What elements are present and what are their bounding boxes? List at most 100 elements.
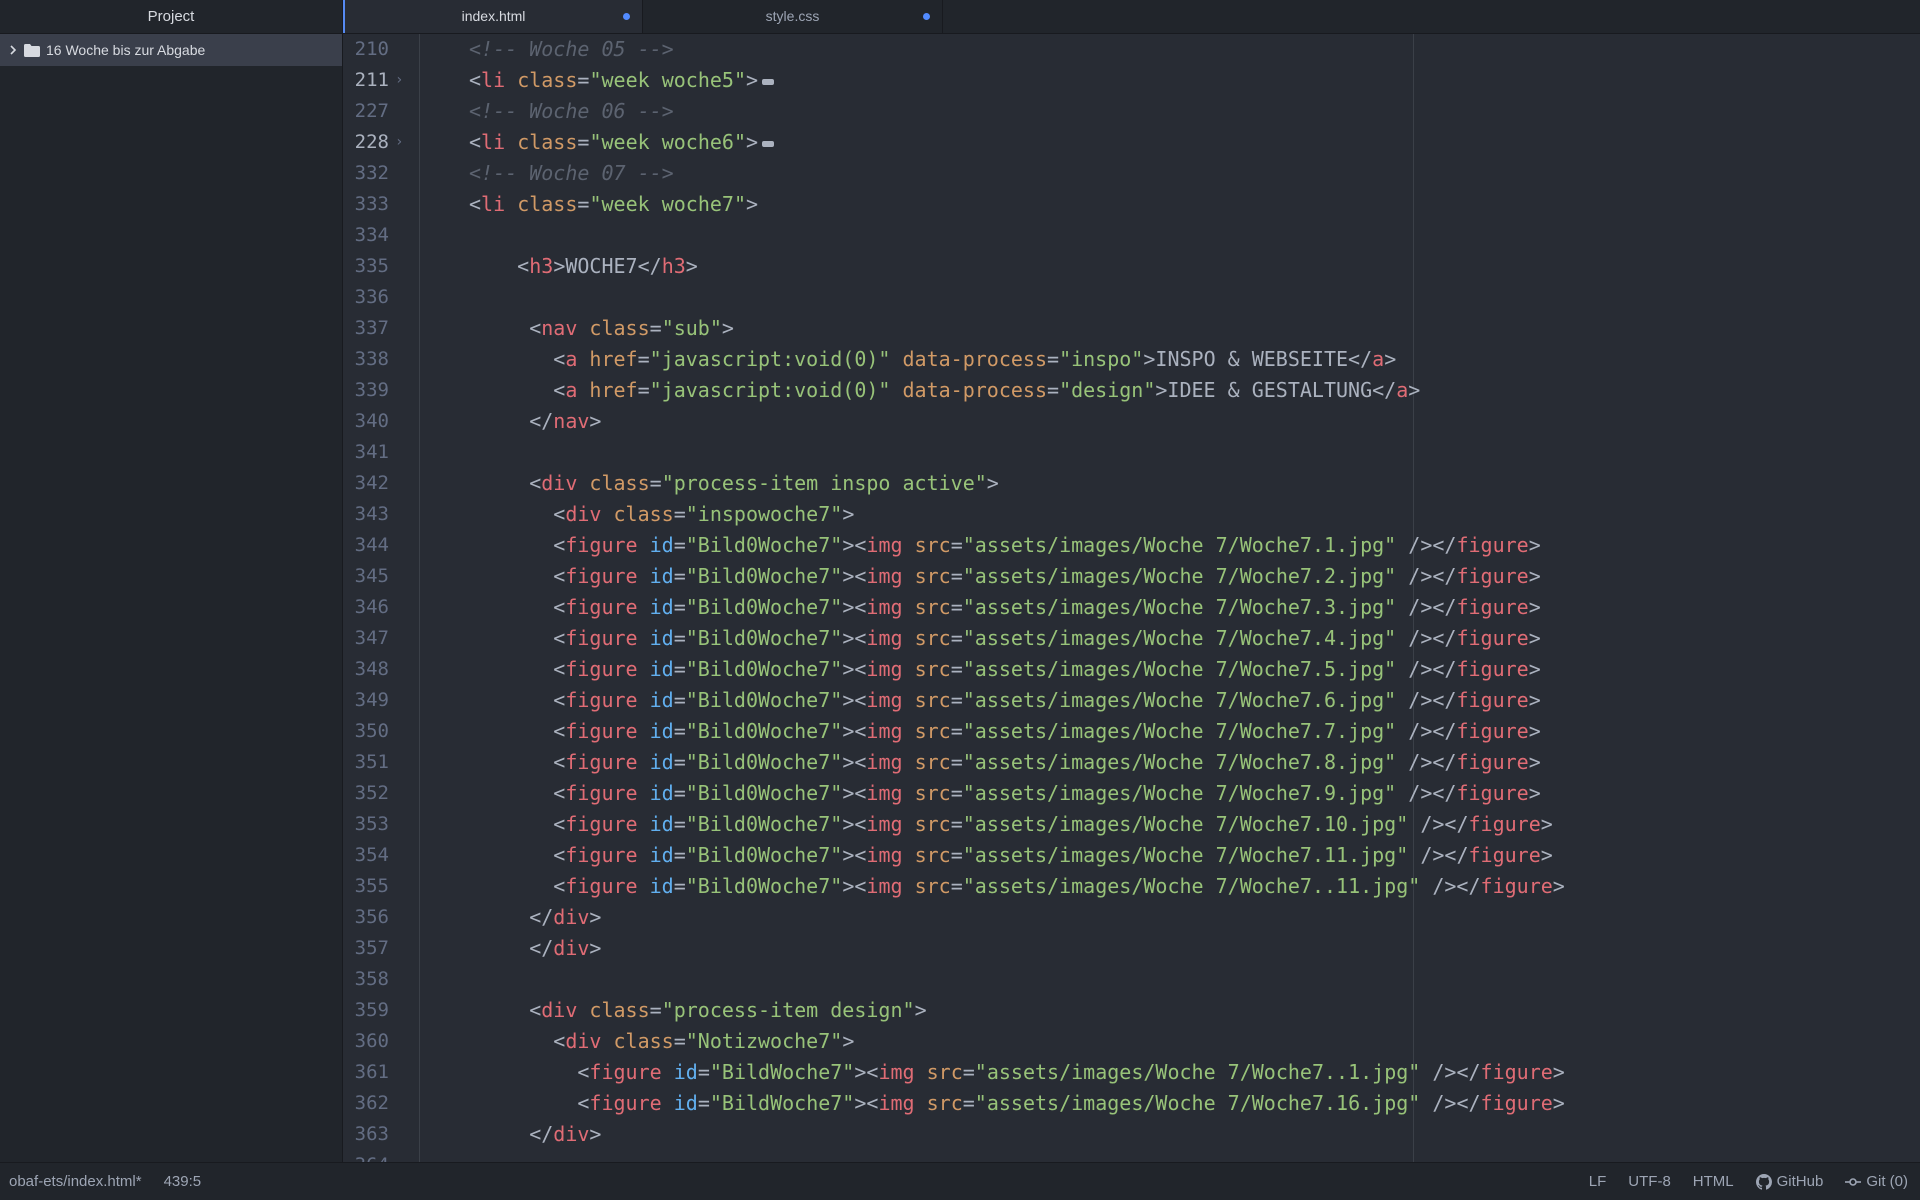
code-text[interactable]: <figure id="Bild0Woche7"><img src="asset…: [469, 530, 1540, 561]
code-text[interactable]: <figure id="Bild0Woche7"><img src="asset…: [469, 654, 1540, 685]
line-number[interactable]: 350: [343, 716, 389, 747]
line-number[interactable]: 354: [343, 840, 389, 871]
code-line[interactable]: 346 <figure id="Bild0Woche7"><img src="a…: [343, 592, 1920, 623]
line-number[interactable]: 342: [343, 468, 389, 499]
code-text[interactable]: <div class="inspowoche7">: [469, 499, 854, 530]
chevron-right-icon[interactable]: [8, 45, 18, 55]
line-number[interactable]: 353: [343, 809, 389, 840]
code-line[interactable]: 342 <div class="process-item inspo activ…: [343, 468, 1920, 499]
code-line[interactable]: 361 <figure id="BildWoche7"><img src="as…: [343, 1057, 1920, 1088]
line-number[interactable]: 346: [343, 592, 389, 623]
code-line[interactable]: 363 </div>: [343, 1119, 1920, 1150]
github-button[interactable]: GitHub: [1755, 1163, 1823, 1200]
code-lines[interactable]: 210 <!-- Woche 05 --> 211 › <li class="week …: [343, 34, 1920, 1163]
code-line[interactable]: 337 <nav class="sub">: [343, 313, 1920, 344]
fold-ellipsis-icon[interactable]: [762, 140, 775, 147]
code-line[interactable]: 210 <!-- Woche 05 -->: [343, 34, 1920, 65]
code-line[interactable]: 358: [343, 964, 1920, 995]
grammar-selector[interactable]: HTML: [1693, 1163, 1734, 1200]
code-text[interactable]: <li class="week woche5">: [469, 65, 775, 96]
line-number[interactable]: 340: [343, 406, 389, 437]
line-number[interactable]: 210: [343, 34, 389, 65]
code-text[interactable]: <li class="week woche6">: [469, 127, 775, 158]
line-number[interactable]: 348: [343, 654, 389, 685]
code-line[interactable]: 352 <figure id="Bild0Woche7"><img src="a…: [343, 778, 1920, 809]
line-number[interactable]: 352: [343, 778, 389, 809]
code-line[interactable]: 357 </div>: [343, 933, 1920, 964]
code-text[interactable]: <div class="process-item design">: [469, 995, 926, 1026]
code-text[interactable]: <!-- Woche 07 -->: [469, 158, 674, 189]
line-number[interactable]: 227: [343, 96, 389, 127]
line-number[interactable]: 343: [343, 499, 389, 530]
code-text[interactable]: <figure id="Bild0Woche7"><img src="asset…: [469, 623, 1540, 654]
fold-ellipsis-icon[interactable]: [762, 78, 775, 85]
code-text[interactable]: <figure id="Bild0Woche7"><img src="asset…: [469, 871, 1565, 902]
code-line[interactable]: 360 <div class="Notizwoche7">: [343, 1026, 1920, 1057]
code-text[interactable]: <figure id="Bild0Woche7"><img src="asset…: [469, 716, 1540, 747]
code-line[interactable]: 345 <figure id="Bild0Woche7"><img src="a…: [343, 561, 1920, 592]
line-number[interactable]: 334: [343, 220, 389, 251]
line-number[interactable]: 355: [343, 871, 389, 902]
code-text[interactable]: <a href="javascript:void(0)" data-proces…: [469, 375, 1420, 406]
line-number[interactable]: 359: [343, 995, 389, 1026]
fold-chevron-icon[interactable]: ›: [395, 127, 403, 158]
line-number[interactable]: 344: [343, 530, 389, 561]
code-text[interactable]: <figure id="Bild0Woche7"><img src="asset…: [469, 561, 1540, 592]
code-line[interactable]: 333 <li class="week woche7">: [343, 189, 1920, 220]
code-line[interactable]: 334: [343, 220, 1920, 251]
code-line[interactable]: 336: [343, 282, 1920, 313]
code-text[interactable]: <figure id="Bild0Woche7"><img src="asset…: [469, 747, 1540, 778]
line-number[interactable]: 228: [343, 127, 389, 158]
line-ending[interactable]: LF: [1589, 1163, 1607, 1200]
tree-folder-item[interactable]: 16 Woche bis zur Abgabe: [0, 34, 342, 66]
code-text[interactable]: <nav class="sub">: [469, 313, 734, 344]
modified-dot-icon[interactable]: [623, 13, 630, 20]
tab-index-html[interactable]: index.html: [343, 0, 643, 33]
fold-chevron-icon[interactable]: ›: [395, 65, 403, 96]
line-number[interactable]: 333: [343, 189, 389, 220]
code-line[interactable]: 332 <!-- Woche 07 -->: [343, 158, 1920, 189]
line-number[interactable]: 339: [343, 375, 389, 406]
code-line[interactable]: 362 <figure id="BildWoche7"><img src="as…: [343, 1088, 1920, 1119]
code-editor[interactable]: 210 <!-- Woche 05 --> 211 › <li class="week …: [343, 34, 1920, 1163]
line-number[interactable]: 351: [343, 747, 389, 778]
code-text[interactable]: <figure id="BildWoche7"><img src="assets…: [469, 1088, 1564, 1119]
code-line[interactable]: 211 › <li class="week woche5">: [343, 65, 1920, 96]
line-number[interactable]: 362: [343, 1088, 389, 1119]
code-text[interactable]: <figure id="Bild0Woche7"><img src="asset…: [469, 778, 1540, 809]
code-text[interactable]: <!-- Woche 06 -->: [469, 96, 674, 127]
line-number[interactable]: 337: [343, 313, 389, 344]
cursor-position[interactable]: 439:5: [164, 1163, 202, 1200]
code-line[interactable]: 344 <figure id="Bild0Woche7"><img src="a…: [343, 530, 1920, 561]
line-number[interactable]: 363: [343, 1119, 389, 1150]
code-text[interactable]: <figure id="BildWoche7"><img src="assets…: [469, 1057, 1564, 1088]
code-line[interactable]: 359 <div class="process-item design">: [343, 995, 1920, 1026]
line-number[interactable]: 332: [343, 158, 389, 189]
code-line[interactable]: 350 <figure id="Bild0Woche7"><img src="a…: [343, 716, 1920, 747]
line-number[interactable]: 358: [343, 964, 389, 995]
line-number[interactable]: 361: [343, 1057, 389, 1088]
line-number[interactable]: 357: [343, 933, 389, 964]
line-number[interactable]: 345: [343, 561, 389, 592]
line-number[interactable]: 335: [343, 251, 389, 282]
code-line[interactable]: 354 <figure id="Bild0Woche7"><img src="a…: [343, 840, 1920, 871]
code-line[interactable]: 340 </nav>: [343, 406, 1920, 437]
code-line[interactable]: 356 </div>: [343, 902, 1920, 933]
code-line[interactable]: 338 <a href="javascript:void(0)" data-pr…: [343, 344, 1920, 375]
git-button[interactable]: Git (0): [1845, 1163, 1908, 1200]
code-line[interactable]: 227 <!-- Woche 06 -->: [343, 96, 1920, 127]
file-encoding[interactable]: UTF-8: [1628, 1163, 1671, 1200]
line-number[interactable]: 341: [343, 437, 389, 468]
code-line[interactable]: 335 <h3>WOCHE7</h3>: [343, 251, 1920, 282]
code-text[interactable]: </div>: [469, 1119, 601, 1150]
code-line[interactable]: 347 <figure id="Bild0Woche7"><img src="a…: [343, 623, 1920, 654]
line-number[interactable]: 211: [343, 65, 389, 96]
modified-dot-icon[interactable]: [923, 13, 930, 20]
code-line[interactable]: 228 › <li class="week woche6">: [343, 127, 1920, 158]
code-text[interactable]: <h3>WOCHE7</h3>: [469, 251, 698, 282]
code-line[interactable]: 343 <div class="inspowoche7">: [343, 499, 1920, 530]
line-number[interactable]: 356: [343, 902, 389, 933]
code-text[interactable]: <figure id="Bild0Woche7"><img src="asset…: [469, 685, 1540, 716]
line-number[interactable]: 347: [343, 623, 389, 654]
code-line[interactable]: 348 <figure id="Bild0Woche7"><img src="a…: [343, 654, 1920, 685]
